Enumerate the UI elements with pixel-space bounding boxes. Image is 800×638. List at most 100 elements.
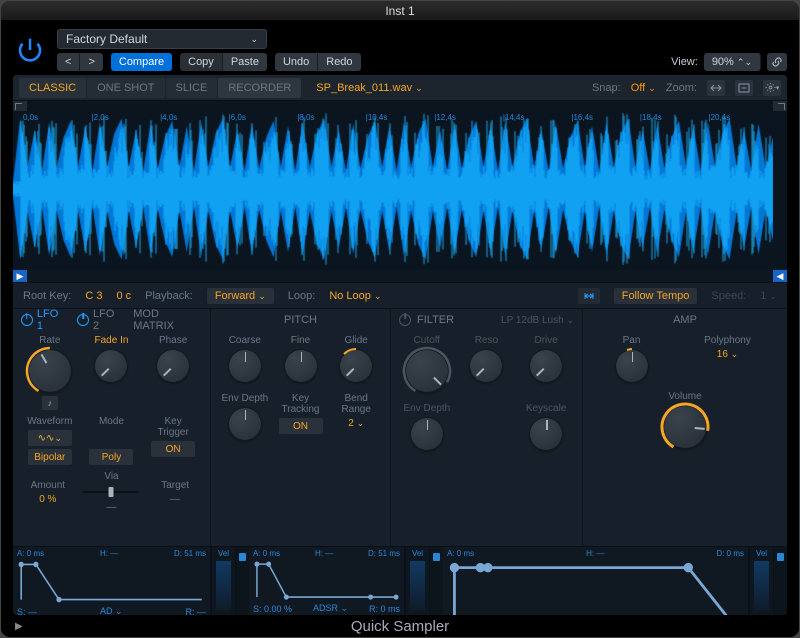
env1-h[interactable]: H: — — [100, 549, 118, 558]
amp-pan-knob[interactable] — [615, 349, 649, 383]
env1-d[interactable]: D: 51 ms — [174, 549, 206, 558]
filter-reso-knob[interactable] — [469, 349, 503, 383]
env2-r[interactable]: R: 0 ms — [369, 604, 400, 614]
filter-reso-label: Reso — [475, 335, 498, 346]
follow-tempo-toggle[interactable]: Follow Tempo — [614, 288, 698, 304]
waveform-display[interactable]: 0,0s|2,0s|4,0s|6,0s|8,0s|10,4s|12,4s|14,… — [13, 101, 787, 283]
lfo-waveform-label: Waveform — [27, 416, 72, 427]
env2-vel[interactable]: Vel — [405, 547, 429, 615]
env1-a[interactable]: A: 0 ms — [17, 549, 44, 558]
env1-r[interactable]: R: — — [185, 607, 206, 616]
mode-classic[interactable]: CLASSIC — [19, 78, 86, 98]
snap-value[interactable]: Off ⌄ — [631, 82, 656, 94]
tab-lfo2[interactable]: LFO 2 — [77, 308, 123, 332]
env1-vel[interactable]: Vel — [211, 547, 235, 615]
mode-recorder[interactable]: RECORDER — [218, 78, 301, 98]
filter-title: FILTER — [417, 314, 454, 326]
env1-s[interactable]: S: — — [17, 607, 37, 616]
pitch-bendrange-value[interactable]: 2 ⌄ — [348, 418, 364, 429]
disclosure-play-icon[interactable]: ▶ — [15, 621, 23, 632]
env-pitch-graph[interactable] — [17, 560, 206, 604]
lfo-phase-knob[interactable] — [156, 349, 190, 383]
redo-button[interactable]: Redo — [318, 53, 360, 71]
amp-polyphony-value[interactable]: 16 ⌄ — [717, 349, 738, 360]
lfo-rate-knob[interactable] — [28, 349, 72, 393]
paste-button[interactable]: Paste — [223, 53, 267, 71]
pitch-fine-knob[interactable] — [284, 349, 318, 383]
zoom-fit-icon[interactable] — [707, 80, 725, 96]
pitch-glide-knob[interactable] — [339, 349, 373, 383]
env-amp-graph[interactable] — [447, 560, 744, 615]
env2-h[interactable]: H: — — [315, 549, 333, 558]
speed-value[interactable]: 1 ⌄ — [760, 290, 777, 302]
lfo-amount-value[interactable]: 0 % — [39, 494, 56, 505]
lfo-rate-label: Rate — [39, 335, 60, 346]
env3-vel-slider[interactable] — [773, 547, 787, 615]
tune-value[interactable]: 0 c — [116, 290, 131, 302]
lfo-waveform-select[interactable]: ∿∿⌄ — [28, 430, 72, 446]
root-key-value[interactable]: C 3 — [85, 290, 102, 302]
plugin-power-button[interactable] — [13, 33, 47, 67]
pitch-envdepth-knob[interactable] — [228, 407, 262, 441]
filter-drive-knob[interactable] — [529, 349, 563, 383]
lfo-target-label: Target — [161, 480, 189, 491]
loop-value[interactable]: No Loop ⌄ — [329, 290, 381, 302]
lfo-target-value[interactable]: — — [170, 494, 180, 505]
env3-d[interactable]: D: 0 ms — [716, 549, 744, 558]
env2-vel-slider[interactable] — [429, 547, 443, 615]
prev-preset-button[interactable]: < — [57, 53, 80, 71]
filter-power-icon[interactable] — [399, 314, 411, 326]
env2-d[interactable]: D: 51 ms — [368, 549, 400, 558]
env3-h[interactable]: H: — — [586, 549, 604, 558]
preset-selector[interactable]: Factory Default ⌄ — [57, 29, 267, 49]
settings-gear-icon[interactable]: ▾ — [763, 80, 781, 96]
filter-keyscale-knob[interactable] — [529, 417, 563, 451]
trim-end-handle[interactable] — [773, 101, 787, 111]
zoom-selection-icon[interactable] — [735, 80, 753, 96]
filter-type-select[interactable]: LP 12dB Lush ⌄ — [501, 315, 574, 326]
trim-start-handle[interactable] — [13, 101, 27, 111]
root-key-label: Root Key: — [23, 290, 71, 302]
lfo-mode-select[interactable]: Poly — [89, 449, 133, 465]
mode-one-shot[interactable]: ONE SHOT — [87, 78, 164, 98]
compare-button[interactable]: Compare — [111, 53, 172, 71]
playback-mode[interactable]: Forward ⌄ — [207, 288, 274, 304]
pitch-coarse-label: Coarse — [229, 335, 261, 346]
next-preset-button[interactable]: > — [80, 53, 102, 71]
tab-lfo1[interactable]: LFO 1 — [21, 308, 67, 332]
preset-name: Factory Default — [66, 32, 147, 46]
env2-a[interactable]: A: 0 ms — [253, 549, 280, 558]
flex-icon[interactable] — [578, 288, 600, 304]
pitch-keytrack-toggle[interactable]: ON — [279, 418, 323, 434]
mode-slice[interactable]: SLICE — [166, 78, 218, 98]
link-icon[interactable] — [767, 53, 787, 71]
amp-volume-knob[interactable] — [663, 405, 707, 449]
lfo-keytrigger-toggle[interactable]: ON — [151, 441, 195, 457]
lfo-amount-label: Amount — [31, 480, 65, 491]
lfo-via-slider[interactable] — [83, 485, 139, 499]
filter-drive-label: Drive — [534, 335, 557, 346]
lfo-via-value[interactable]: — — [106, 502, 116, 513]
env3-a[interactable]: A: 0 ms — [447, 549, 474, 558]
filter-cutoff-knob[interactable] — [405, 349, 449, 393]
env1-mode[interactable]: AD ⌄ — [100, 606, 123, 615]
lfo-keytrigger-label: Key Trigger — [157, 416, 188, 438]
lfo-polarity-select[interactable]: Bipolar — [28, 449, 72, 465]
copy-button[interactable]: Copy — [180, 53, 223, 71]
pitch-coarse-knob[interactable] — [228, 349, 262, 383]
undo-button[interactable]: Undo — [275, 53, 318, 71]
scroll-right-icon[interactable]: ◀ — [773, 270, 787, 282]
sample-file-name[interactable]: SP_Break_011.wav ⌄ — [308, 82, 430, 94]
view-zoom-select[interactable]: 90% ⌃⌄ — [704, 53, 761, 71]
filter-envdepth-knob[interactable] — [410, 417, 444, 451]
window-titlebar[interactable]: Inst 1 — [1, 1, 799, 21]
env-filter-graph[interactable] — [253, 560, 400, 601]
scroll-left-icon[interactable]: ▶ — [13, 270, 27, 282]
env2-s[interactable]: S: 0.00 % — [253, 604, 292, 614]
env1-vel-slider[interactable] — [235, 547, 249, 615]
env2-mode[interactable]: ADSR ⌄ — [313, 603, 348, 614]
lfo-fadein-knob[interactable] — [94, 349, 128, 383]
tab-mod-matrix[interactable]: MOD MATRIX — [133, 308, 202, 332]
env3-vel[interactable]: Vel — [749, 547, 773, 615]
lfo-sync-icon[interactable]: ♪ — [42, 396, 58, 410]
